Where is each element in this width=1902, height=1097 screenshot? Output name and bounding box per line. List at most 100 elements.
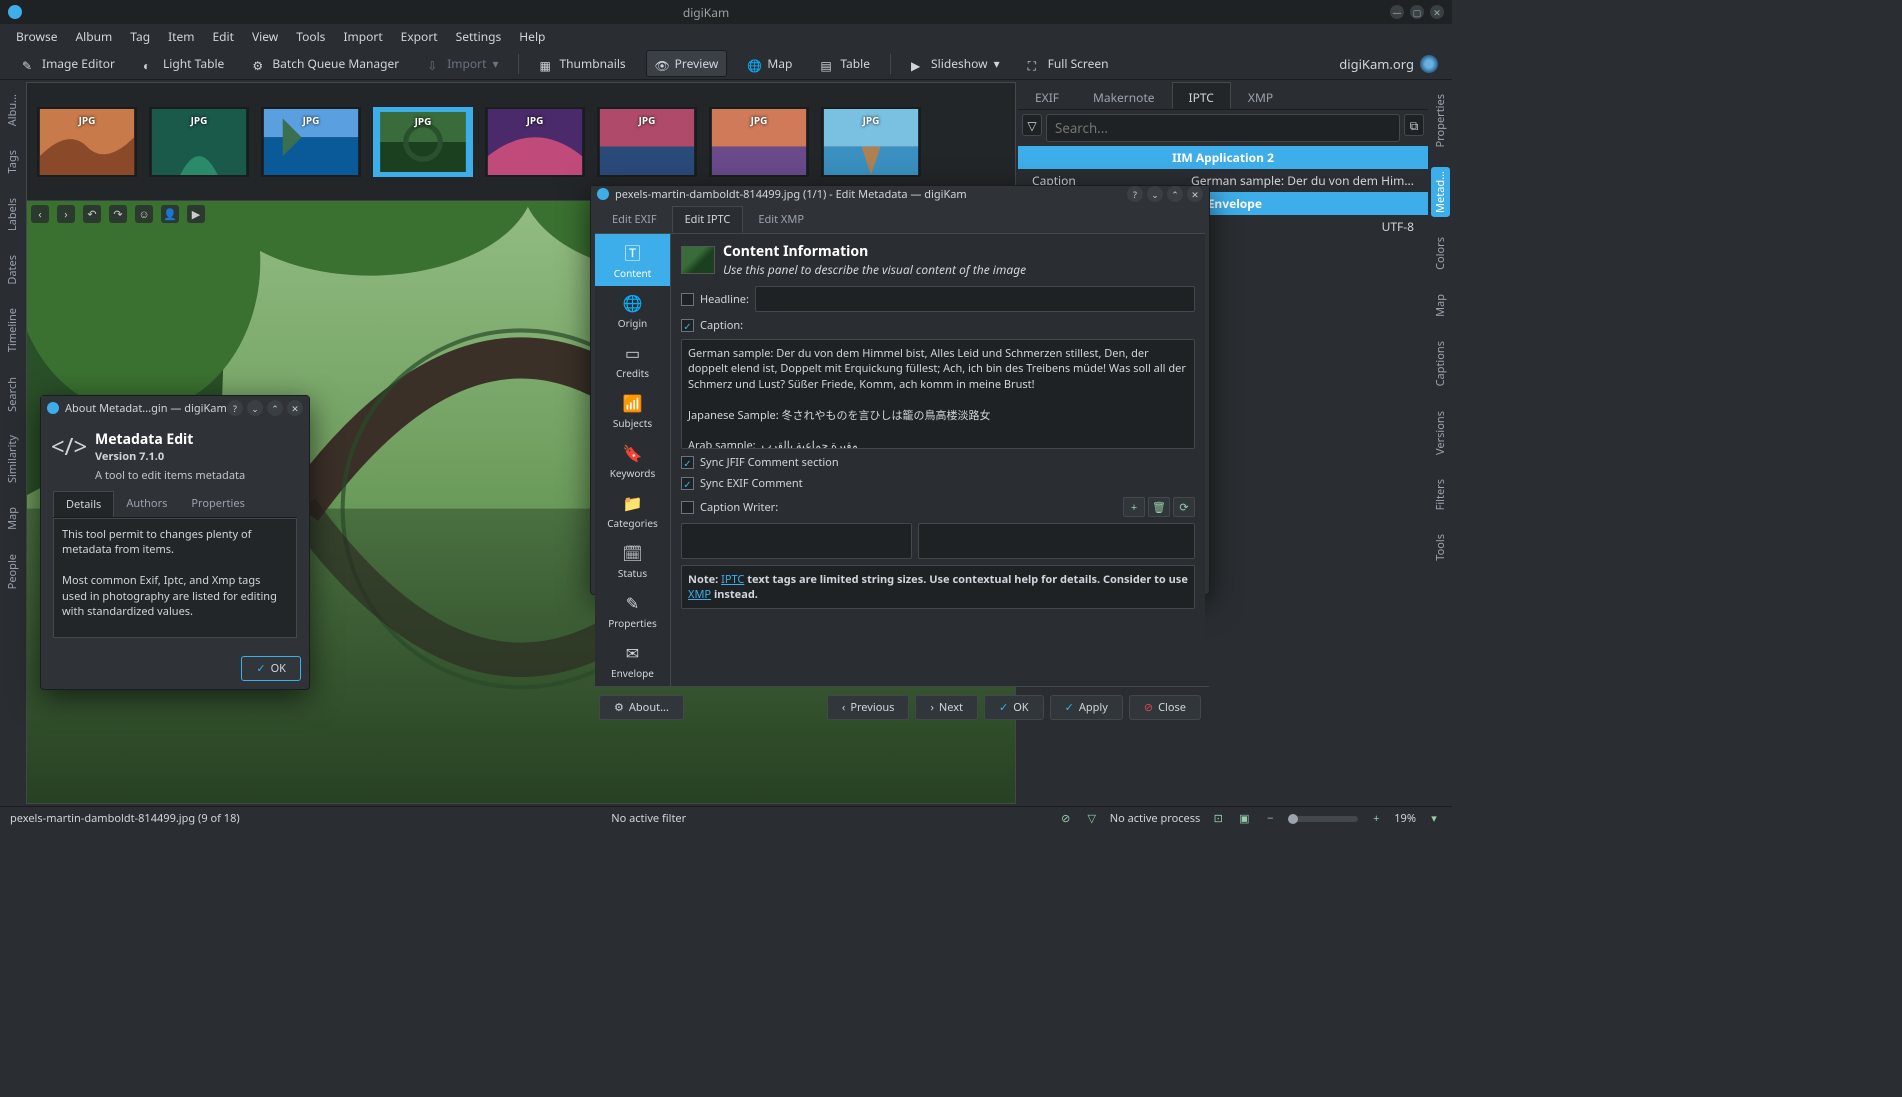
menu-help[interactable]: Help [519,28,545,45]
sidebar-tags[interactable]: Tags [3,146,22,177]
funnel-icon[interactable]: ▽ [1084,811,1100,827]
next-button[interactable]: ›Next [915,695,978,720]
thumbnail-selected[interactable]: JPG [373,107,473,177]
tab-properties[interactable]: Properties [179,491,256,517]
tab-authors[interactable]: Authors [114,491,179,517]
expand-button[interactable]: ⌃ [1167,186,1183,202]
sidebar-search[interactable]: Search [3,373,22,416]
ok-button[interactable]: ✓OK [241,656,301,681]
thumbnails-button[interactable]: ▦Thumbnails [531,51,633,76]
image-editor-button[interactable]: ✎Image Editor [14,51,123,76]
menu-browse[interactable]: Browse [16,28,57,45]
thumbnail[interactable]: JPG [597,107,697,177]
tab-edit-xmp[interactable]: Edit XMP [745,206,817,233]
collapse-button[interactable]: ⌄ [1147,186,1163,202]
nav-properties[interactable]: ✎Properties [595,586,670,636]
import-button[interactable]: ⇩Import▾ [419,51,506,76]
apply-button[interactable]: ✓Apply [1050,695,1123,720]
sync-exif-checkbox[interactable] [681,477,694,490]
sidebar-similarity[interactable]: Similarity [3,431,22,487]
nav-categories[interactable]: 📁Categories [595,486,670,536]
rotate-left-button[interactable]: ↶ [83,205,101,223]
ok-button[interactable]: ✓OK [984,695,1044,720]
play-button[interactable]: ▶ [187,205,205,223]
light-table-button[interactable]: ◐Light Table [135,51,232,76]
menu-export[interactable]: Export [401,28,438,45]
expand-button[interactable]: ⌃ [267,400,283,416]
preview-button[interactable]: 👁Preview [646,50,728,77]
close-button[interactable]: ⊘Close [1129,695,1201,720]
metadata-search-input[interactable] [1046,114,1400,142]
zoom-fit-icon[interactable]: ⊡ [1210,811,1226,827]
bqm-button[interactable]: ⚙Batch Queue Manager [244,51,407,76]
map-button[interactable]: 🌐Map [739,51,800,76]
tab-xmp[interactable]: XMP [1231,82,1290,109]
menu-import[interactable]: Import [343,28,382,45]
tab-edit-iptc[interactable]: Edit IPTC [672,206,744,233]
caption-checkbox[interactable] [681,319,694,332]
zoom-out-icon[interactable]: − [1262,811,1278,827]
thumbnail-bar[interactable]: JPG JPG JPG JPG JPG JPG JPG JPG [27,83,1015,201]
caption-textarea[interactable]: German sample: Der du von dem Himmel bis… [681,339,1195,449]
help-button[interactable]: ? [227,400,243,416]
close-button[interactable]: ✕ [287,400,303,416]
xmp-link[interactable]: XMP [688,587,711,602]
settings-button[interactable]: ⧉ [1404,114,1424,136]
headline-input[interactable] [755,286,1195,312]
cancel-icon[interactable]: ⊘ [1058,811,1074,827]
sidebar-filters[interactable]: Filters [1431,475,1450,514]
sidebar-versions[interactable]: Versions [1431,407,1450,459]
iptc-link[interactable]: IPTC [721,572,744,587]
chevron-down-icon[interactable]: ▾ [1426,811,1442,827]
zoom-slider[interactable] [1288,816,1358,822]
filter-button[interactable]: ▽ [1022,114,1042,136]
sidebar-timeline[interactable]: Timeline [3,304,22,356]
help-button[interactable]: ? [1127,186,1143,202]
rotate-right-button[interactable]: ↷ [109,205,127,223]
sidebar-captions[interactable]: Captions [1431,337,1450,390]
sidebar-properties[interactable]: Properties [1431,90,1450,151]
menu-item[interactable]: Item [168,28,194,45]
nav-subjects[interactable]: 📶Subjects [595,386,670,436]
nav-credits[interactable]: ▭Credits [595,336,670,386]
add-button[interactable]: + [1123,497,1145,517]
nav-envelope[interactable]: ✉Envelope [595,636,670,686]
menu-view[interactable]: View [252,28,278,45]
sidebar-albums[interactable]: Albu... [3,90,22,130]
slideshow-button[interactable]: ▶Slideshow▾ [903,51,1008,76]
headline-checkbox[interactable] [681,293,694,306]
prev-image-button[interactable]: ‹ [31,205,49,223]
collapse-button[interactable]: ⌄ [247,400,263,416]
brand-link[interactable]: digiKam.org [1339,55,1438,73]
nav-status[interactable]: 🗓Status [595,536,670,586]
face-button[interactable]: ☺ [135,205,153,223]
tab-edit-exif[interactable]: Edit EXIF [599,206,670,233]
thumbnail[interactable]: JPG [485,107,585,177]
thumbnail[interactable]: JPG [821,107,921,177]
sync-jfif-checkbox[interactable] [681,456,694,469]
tab-makernote[interactable]: Makernote [1076,82,1172,109]
sidebar-map-r[interactable]: Map [1431,290,1450,321]
menu-album[interactable]: Album [75,28,112,45]
sidebar-colors[interactable]: Colors [1431,233,1450,274]
menu-tag[interactable]: Tag [130,28,150,45]
zoom-in-icon[interactable]: + [1368,811,1384,827]
sidebar-dates[interactable]: Dates [3,251,22,289]
tab-exif[interactable]: EXIF [1018,82,1076,109]
nav-origin[interactable]: 🌐Origin [595,286,670,336]
refresh-button[interactable]: ⟳ [1173,497,1195,517]
thumbnail[interactable]: JPG [709,107,809,177]
menu-settings[interactable]: Settings [456,28,502,45]
thumbnail[interactable]: JPG [261,107,361,177]
menu-tools[interactable]: Tools [296,28,325,45]
thumbnail[interactable]: JPG [149,107,249,177]
delete-button[interactable]: 🗑 [1148,497,1170,517]
nav-content[interactable]: 🅃Content [595,234,670,286]
tab-details[interactable]: Details [53,491,114,517]
menu-edit[interactable]: Edit [212,28,233,45]
next-image-button[interactable]: › [57,205,75,223]
person-button[interactable]: 👤 [161,205,179,223]
tab-iptc[interactable]: IPTC [1172,82,1231,109]
about-button[interactable]: ⚙About... [599,695,684,720]
sidebar-map[interactable]: Map [3,503,22,534]
